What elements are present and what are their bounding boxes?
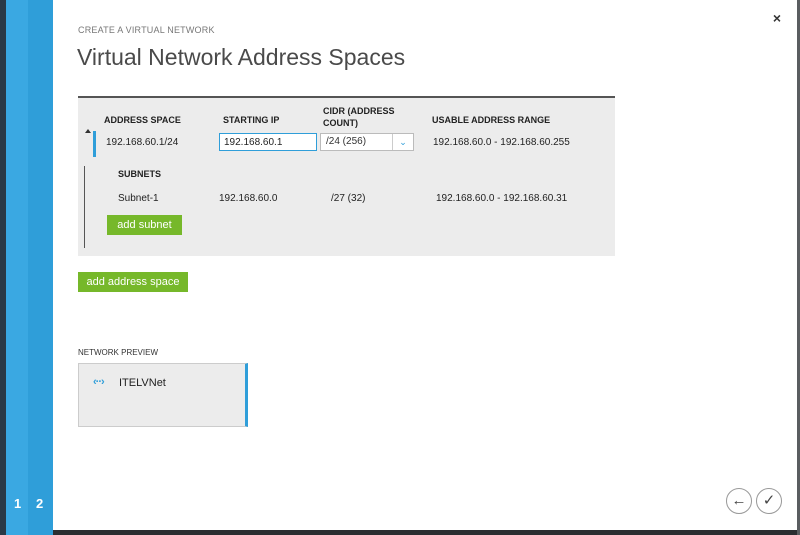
cidr-select[interactable]: /24 (256) ⌄ (320, 133, 414, 151)
collapse-arrow-icon[interactable] (85, 129, 91, 133)
starting-ip-input[interactable] (219, 133, 317, 151)
virtual-network-icon: ‹··› (93, 376, 105, 388)
subnet-starting-ip: 192.168.60.0 (219, 193, 278, 204)
wizard-step-2[interactable]: 2 (36, 496, 43, 511)
add-subnet-button[interactable]: add subnet (107, 215, 182, 235)
add-address-space-button[interactable]: add address space (78, 272, 188, 292)
page-title: Virtual Network Address Spaces (77, 44, 406, 70)
chevron-down-icon: ⌄ (392, 134, 413, 150)
header-cidr-line2: COUNT) (323, 118, 358, 128)
subnet-name[interactable]: Subnet-1 (118, 193, 159, 204)
subnet-group-bar (84, 166, 85, 248)
cidr-select-value: /24 (256) (326, 136, 367, 147)
subnet-usable-range: 192.168.60.0 - 192.168.60.31 (436, 193, 568, 204)
subnets-header: SUBNETS (118, 169, 162, 179)
network-preview-card: ‹··› ITELVNet (78, 363, 248, 427)
address-space-value: 192.168.60.1/24 (106, 137, 179, 148)
header-usable-range: USABLE ADDRESS RANGE (432, 115, 551, 125)
back-arrow-icon[interactable]: ← (726, 488, 752, 514)
header-address-space: ADDRESS SPACE (104, 115, 181, 125)
finish-check-icon[interactable]: ✓ (756, 488, 782, 514)
header-starting-ip: STARTING IP (223, 115, 280, 125)
selected-row-indicator (93, 131, 96, 157)
app-frame: 1 2 × CREATE A VIRTUAL NETWORK Virtual N… (0, 0, 800, 535)
network-preview-label: NETWORK PREVIEW (78, 348, 159, 357)
wizard-dialog: × CREATE A VIRTUAL NETWORK Virtual Netwo… (53, 0, 797, 530)
subnet-cidr: /27 (32) (331, 193, 366, 204)
address-space-panel: ADDRESS SPACE STARTING IP CIDR (ADDRESS … (78, 96, 615, 256)
network-name: ITELVNet (119, 377, 166, 389)
window-shadow-bottom (53, 530, 800, 535)
wizard-subtitle: CREATE A VIRTUAL NETWORK (78, 25, 215, 35)
header-cidr-line1: CIDR (ADDRESS (323, 106, 395, 116)
wizard-step-1[interactable]: 1 (14, 496, 21, 511)
close-icon[interactable]: × (773, 10, 781, 26)
usable-range-value: 192.168.60.0 - 192.168.60.255 (433, 137, 570, 148)
wizard-rail-highlight (6, 0, 28, 535)
